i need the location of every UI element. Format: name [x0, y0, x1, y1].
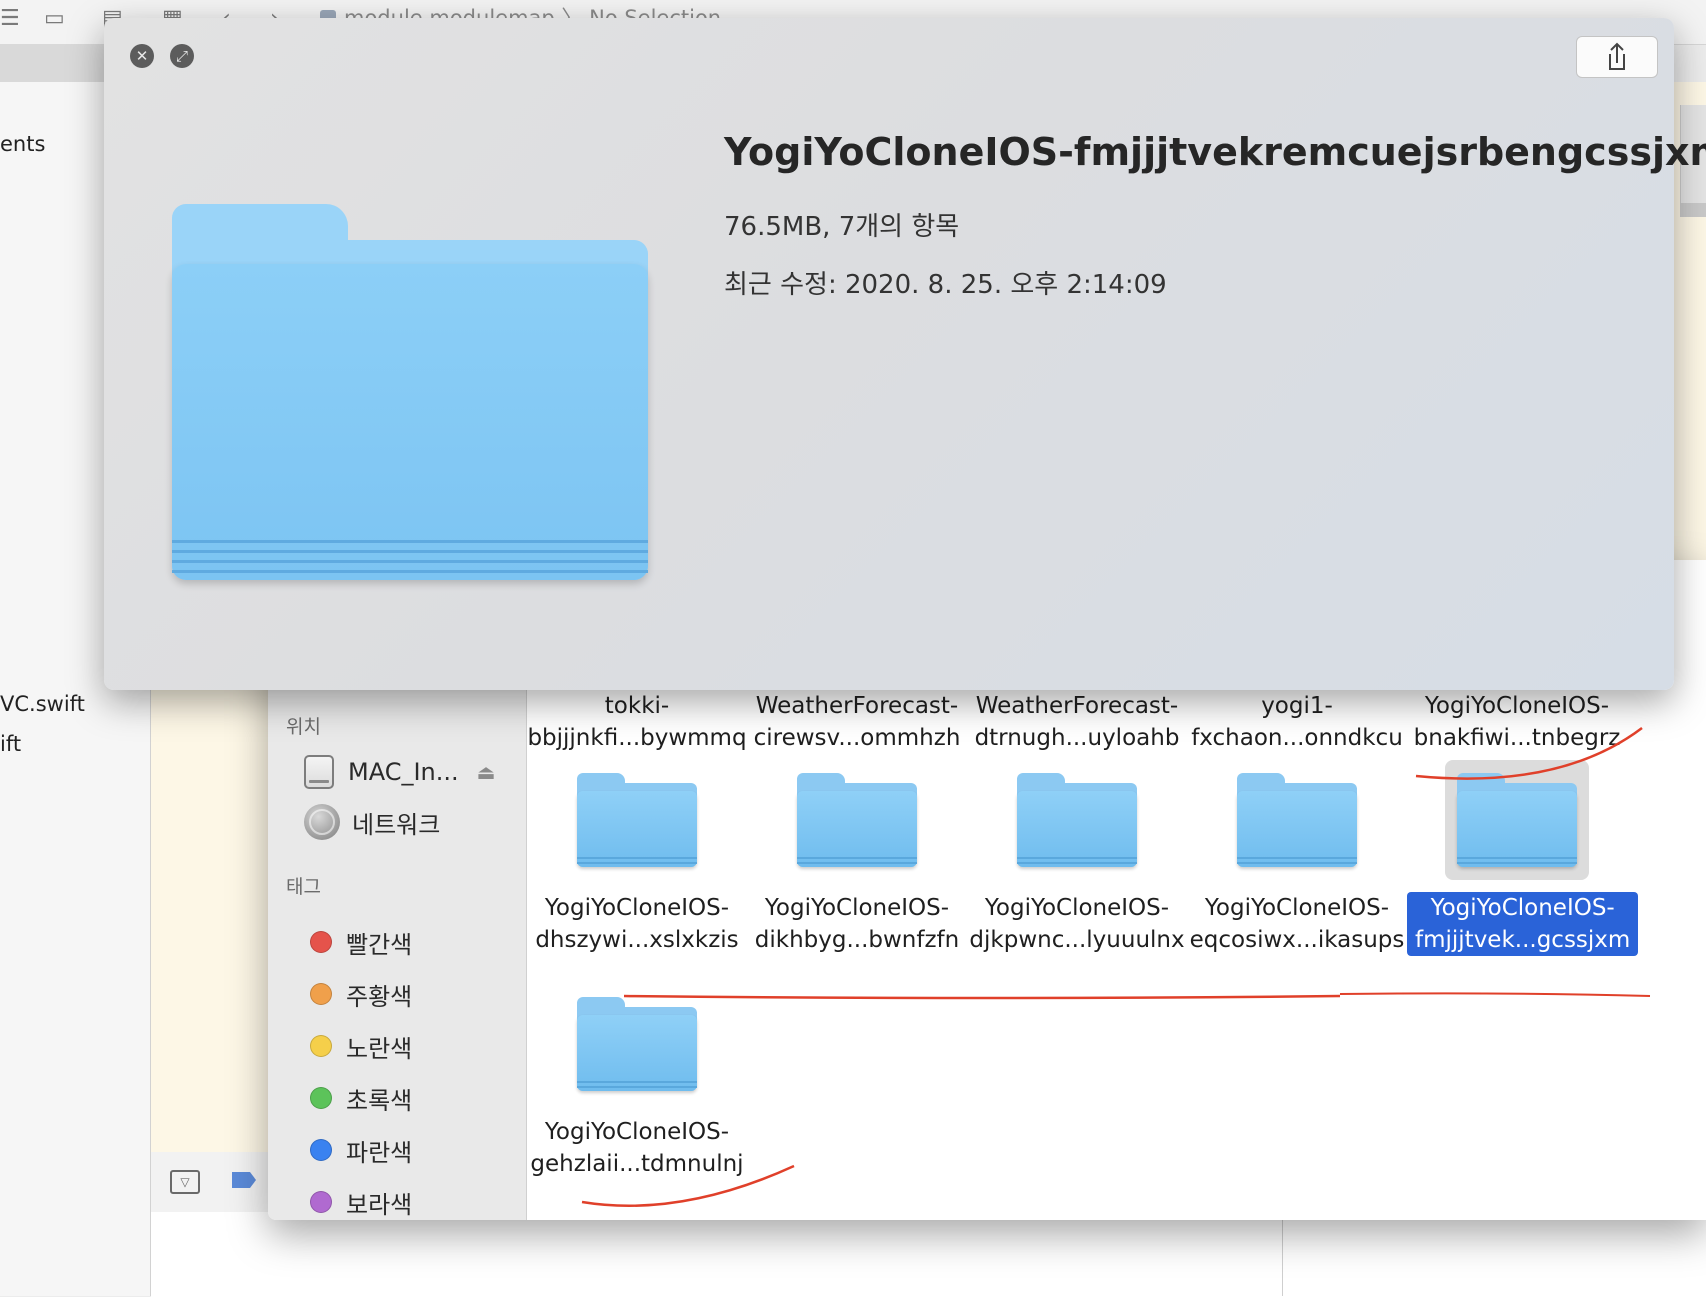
annotation-overlay	[581, 727, 1651, 1207]
annotation-stroke	[623, 994, 1341, 1000]
annotation-stroke	[1339, 992, 1651, 997]
annotation-stroke	[581, 1164, 795, 1207]
annotation-stroke	[1415, 727, 1643, 780]
